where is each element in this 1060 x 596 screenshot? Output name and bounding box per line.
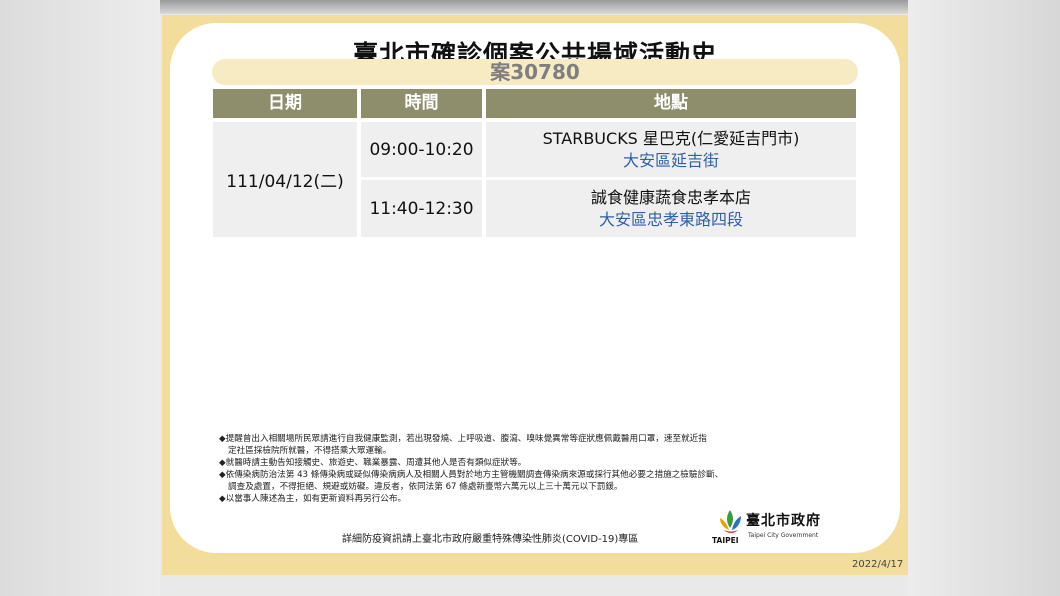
background-right	[908, 0, 1060, 596]
place-area-1: 大安區延吉街	[622, 150, 719, 170]
note-line: ◆提醒曾出入相關場所民眾請進行自我健康監測，若出現發燒、上呼吸道、腹瀉、嗅味覺異…	[219, 434, 707, 444]
header-date: 日期	[213, 89, 357, 118]
date-stamp: 2022/4/17	[852, 559, 904, 570]
date-cell: 111/04/12(二)	[213, 122, 357, 237]
notes-section: ◆提醒曾出入相關場所民眾請進行自我健康監測，若出現發燒、上呼吸道、腹瀉、嗅味覺異…	[219, 433, 869, 505]
time-cell-2: 11:40-12:30	[361, 180, 482, 237]
note-line: ◆就醫時請主動告知接觸史、旅遊史、職業暴露、周遭其他人是否有類似症狀等。	[219, 458, 527, 468]
announcement-frame: 臺北市確診個案公共場域活動史 案30780 日期 時間 地點 111/04/12…	[162, 15, 908, 575]
note-line: 調查及處置，不得拒絕、規避或妨礙。違反者，依同法第 67 條處新臺幣六萬元以上三…	[228, 482, 623, 492]
taipei-logo-icon	[720, 510, 741, 533]
place-cell-1: STARBUCKS 星巴克(仁愛延吉門市) 大安區延吉街	[486, 122, 856, 177]
place-name-2: 誠食健康蔬食忠孝本店	[590, 187, 751, 207]
note-line: ◆以當事人陳述為主，如有更新資料再另行公布。	[219, 494, 407, 504]
footer-info-text: 詳細防疫資訊請上臺北市政府嚴重特殊傳染性肺炎(COVID-19)專區	[342, 534, 639, 545]
header-time: 時間	[361, 89, 482, 118]
time-cell-1: 09:00-10:20	[361, 122, 482, 177]
logo-name: 臺北市政府	[746, 513, 821, 529]
note-line: ◆依傳染病防治法第 43 條傳染病或疑似傳染病病人及相關人員對於地方主管機關調查…	[219, 470, 724, 480]
case-number-bar: 案30780	[212, 59, 858, 85]
background-left	[0, 0, 160, 596]
logo-taipei-text: TAIPEI	[712, 536, 739, 545]
header-place: 地點	[486, 89, 856, 118]
place-name-1: STARBUCKS 星巴克(仁愛延吉門市)	[542, 128, 800, 148]
place-cell-2: 誠食健康蔬食忠孝本店 大安區忠孝東路四段	[486, 180, 856, 237]
logo-subtitle: Taipei City Government	[748, 532, 819, 539]
place-area-2: 大安區忠孝東路四段	[598, 209, 743, 229]
note-line: 定社區採檢院所就醫，不得搭乘大眾運輸。	[228, 446, 392, 456]
taipei-government-logo: TAIPEI 臺北市政府 Taipei City Government	[710, 508, 870, 548]
